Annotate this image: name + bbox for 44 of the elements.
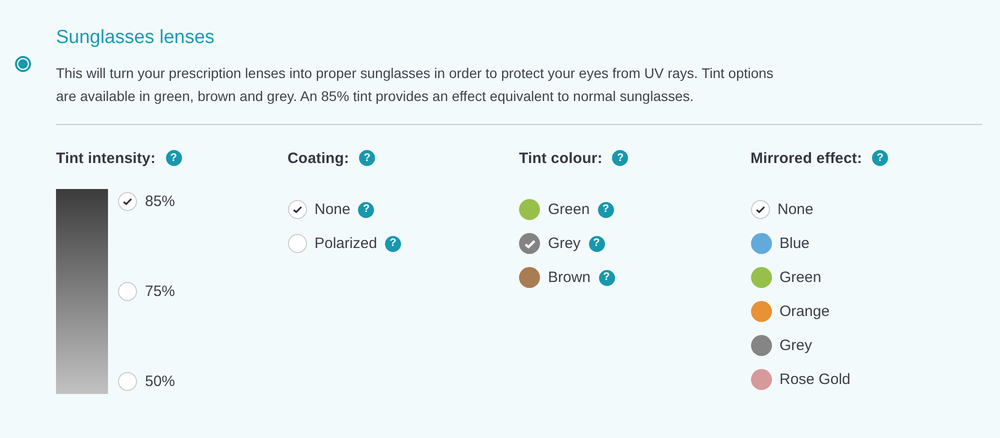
help-icon[interactable]: ?	[598, 270, 615, 286]
color-swatch[interactable]	[519, 233, 540, 254]
color-swatch[interactable]	[519, 267, 540, 288]
option-label: Blue	[780, 235, 810, 252]
option-label: 75%	[145, 283, 176, 300]
option-checkbox[interactable]	[118, 282, 137, 301]
option-checkbox[interactable]	[118, 372, 137, 391]
option-checkbox[interactable]	[118, 192, 137, 211]
color-swatch[interactable]	[750, 369, 772, 390]
help-icon[interactable]: ?	[385, 236, 402, 252]
option-label: Grey	[548, 235, 581, 252]
color-swatch[interactable]	[750, 233, 772, 254]
option-label: Grey	[780, 337, 812, 354]
option-checkbox[interactable]	[288, 200, 306, 219]
option-label: Brown	[548, 269, 591, 286]
color-swatch[interactable]	[750, 335, 772, 356]
option-label: Orange	[780, 303, 830, 320]
color-swatch[interactable]	[750, 301, 772, 322]
option-label: Polarized	[314, 235, 378, 252]
option-label: 85%	[145, 193, 176, 210]
option-title: Sunglasses lenses	[56, 26, 216, 50]
help-icon[interactable]: ?	[598, 202, 614, 218]
group-heading: Coating:	[288, 150, 350, 166]
help-icon[interactable]: ?	[612, 150, 628, 166]
help-icon[interactable]: ?	[359, 150, 376, 166]
color-swatch[interactable]	[750, 267, 772, 288]
group-heading: Tint colour:	[519, 150, 602, 166]
option-label: 50%	[145, 373, 176, 390]
option-label: Green	[780, 269, 822, 286]
option-label: None	[314, 201, 350, 218]
option-checkbox[interactable]	[288, 234, 306, 253]
option-radio[interactable]	[15, 56, 31, 72]
option-label: Green	[548, 201, 590, 218]
group-heading: Mirrored effect:	[750, 150, 862, 166]
option-label: Rose Gold	[780, 371, 850, 388]
option-label: None	[778, 201, 814, 218]
option-checkbox[interactable]	[750, 200, 770, 219]
help-icon[interactable]: ?	[358, 202, 374, 218]
help-icon[interactable]: ?	[588, 236, 605, 252]
help-icon[interactable]: ?	[166, 150, 182, 166]
help-icon[interactable]: ?	[872, 150, 888, 166]
color-swatch[interactable]	[519, 199, 540, 220]
option-description: This will turn your prescription lenses into proper sunglasses in order to protect your eyes from UV rays. Tint options are available in green, brown and grey. An 85% tint provides an effect equivalent to normal sunglasses.	[56, 64, 774, 106]
group-heading: Tint intensity:	[56, 150, 156, 166]
